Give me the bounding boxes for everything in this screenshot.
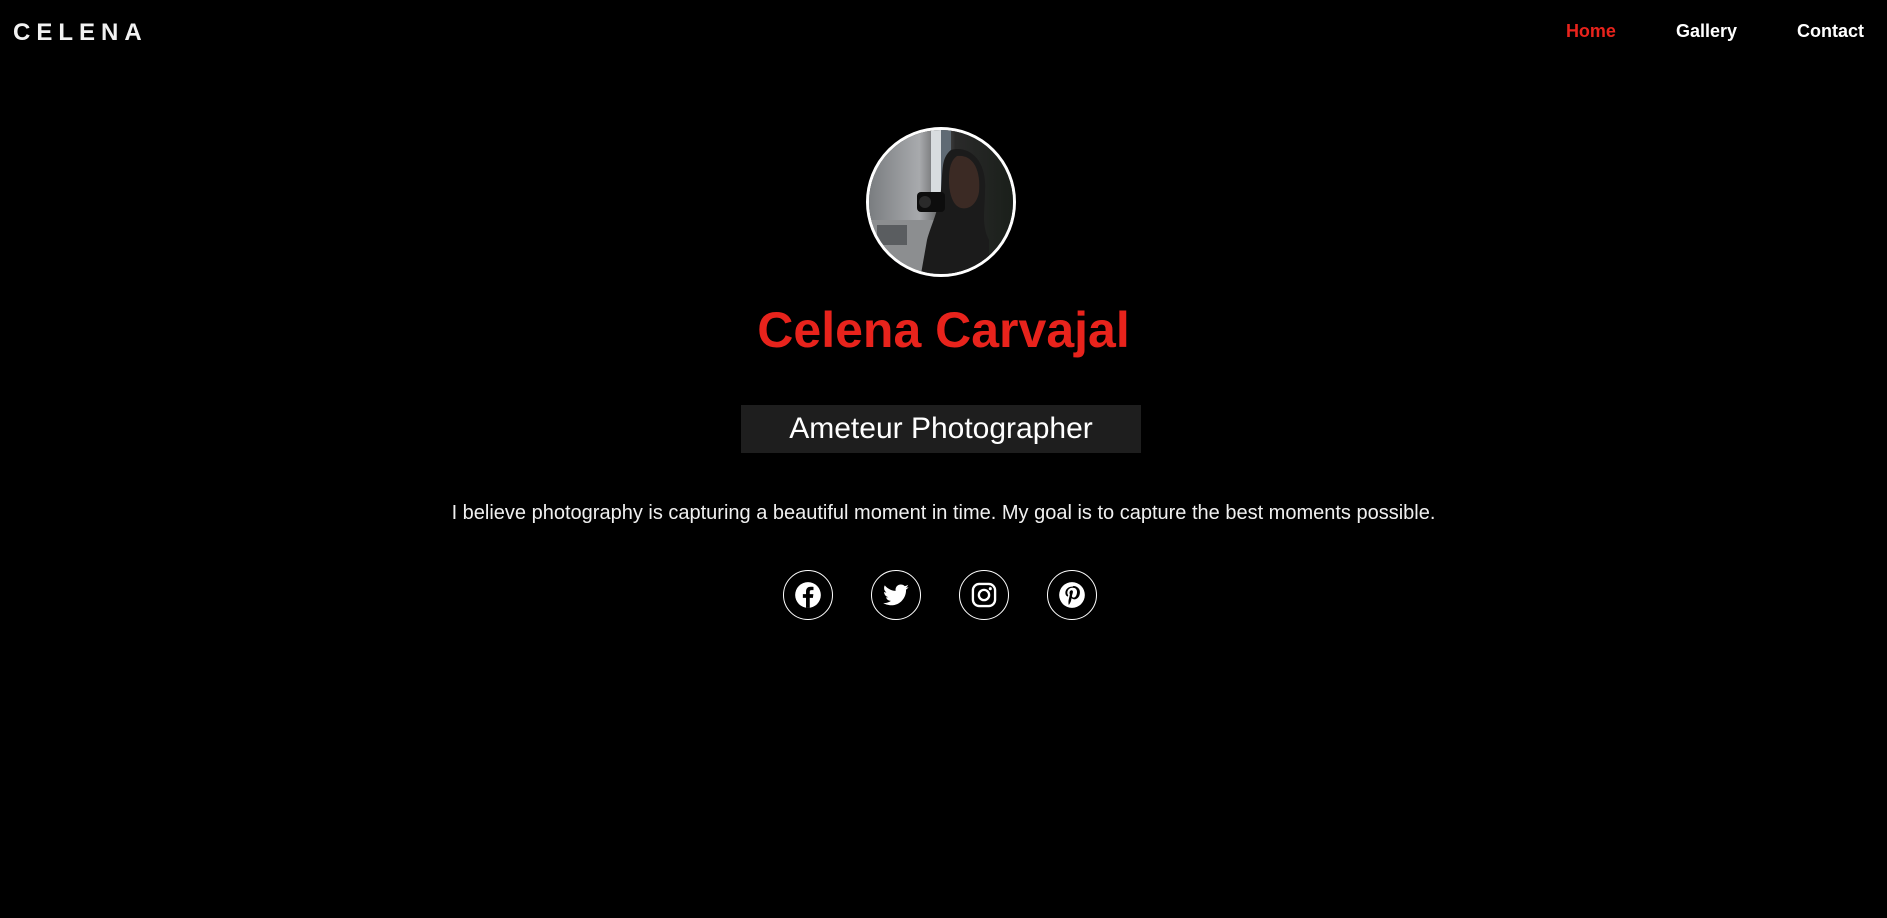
facebook-icon	[795, 582, 821, 608]
instagram-link[interactable]	[959, 570, 1009, 620]
site-logo[interactable]: CELENA	[13, 19, 148, 47]
pinterest-link[interactable]	[1047, 570, 1097, 620]
instagram-icon	[971, 582, 997, 608]
profile-avatar	[866, 127, 1016, 277]
main-nav: Home Gallery Contact	[1506, 21, 1864, 42]
avatar-photo	[869, 130, 1013, 274]
page: CELENA Home Gallery Contact Celena Carva…	[0, 0, 1887, 918]
profile-name: Celena Carvajal	[757, 302, 1130, 358]
facebook-link[interactable]	[783, 570, 833, 620]
twitter-icon	[883, 584, 909, 606]
profile-tagline: I believe photography is capturing a bea…	[451, 502, 1436, 524]
social-links	[783, 570, 1097, 620]
nav-gallery-link[interactable]: Gallery	[1676, 21, 1737, 42]
profile-role: Ameteur Photographer	[741, 405, 1141, 453]
nav-home-link[interactable]: Home	[1566, 21, 1616, 42]
pinterest-icon	[1059, 582, 1085, 608]
twitter-link[interactable]	[871, 570, 921, 620]
nav-contact-link[interactable]: Contact	[1797, 21, 1864, 42]
